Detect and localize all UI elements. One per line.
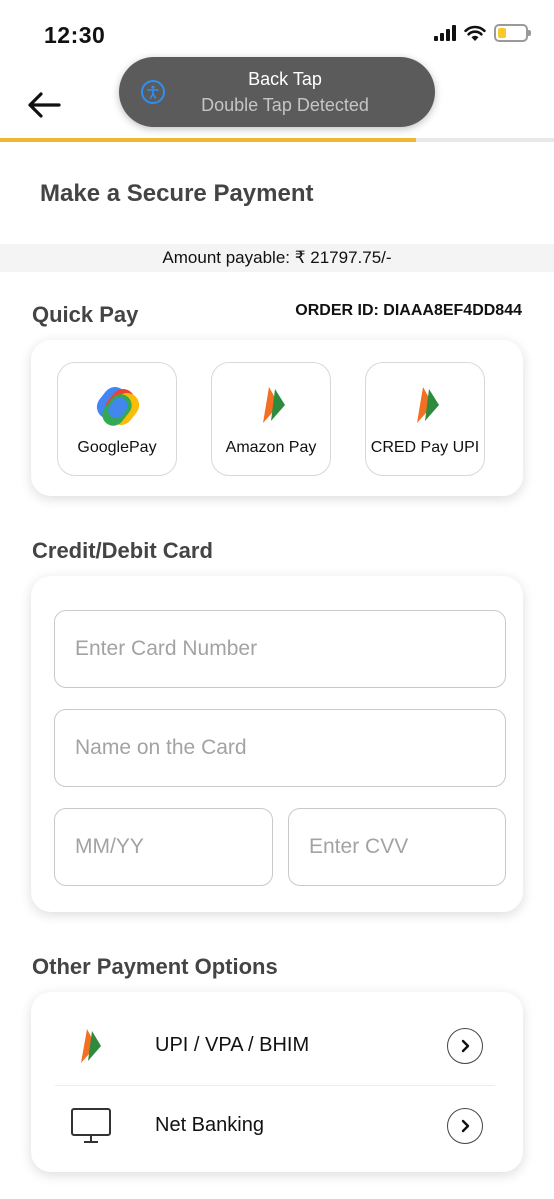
progress-bar-fill (0, 138, 416, 142)
cvv-input[interactable] (288, 808, 506, 886)
card-form (31, 576, 523, 912)
net-banking-option-row[interactable]: Net Banking (55, 1086, 499, 1166)
back-tap-toast: Back Tap Double Tap Detected (119, 57, 435, 127)
credit-debit-title: Credit/Debit Card (32, 538, 213, 563)
chevron-right-icon[interactable] (447, 1108, 483, 1144)
cred-pay-upi-label: CRED Pay UPI (370, 439, 480, 456)
chevron-right-icon[interactable] (447, 1028, 483, 1064)
upi-icon (417, 387, 439, 423)
status-time: 12:30 (44, 22, 106, 48)
cred-pay-upi-button[interactable]: CRED Pay UPI (365, 362, 485, 476)
toast-subtitle: Double Tap Detected (201, 95, 369, 115)
google-pay-button[interactable]: GooglePay (57, 362, 177, 476)
amount-payable: Amount payable: ₹ 21797.75/- (0, 244, 554, 272)
google-pay-icon (96, 387, 140, 426)
page-title: Make a Secure Payment (40, 180, 314, 207)
upi-icon (263, 387, 285, 423)
back-button[interactable] (26, 90, 66, 122)
order-id: ORDER ID: DIAAA8EF4DD844 (295, 302, 522, 319)
upi-option-label: UPI / VPA / BHIM (155, 1034, 310, 1056)
wifi-icon (464, 25, 486, 41)
progress-bar (0, 138, 554, 142)
other-options-card: UPI / VPA / BHIM Net Banking (31, 992, 523, 1172)
card-number-input[interactable] (54, 610, 506, 688)
expiry-input[interactable] (54, 808, 273, 886)
status-bar: 12:30 (0, 0, 554, 60)
net-banking-option-label: Net Banking (155, 1114, 264, 1136)
battery-icon (494, 24, 531, 42)
amazon-pay-label: Amazon Pay (225, 439, 317, 456)
upi-option-row[interactable]: UPI / VPA / BHIM (55, 1006, 499, 1086)
google-pay-label: GooglePay (77, 439, 157, 456)
amazon-pay-button[interactable]: Amazon Pay (211, 362, 331, 476)
toast-title: Back Tap (248, 69, 322, 89)
other-options-title: Other Payment Options (32, 954, 278, 979)
upi-icon (69, 1024, 113, 1068)
monitor-icon (69, 1104, 113, 1148)
status-icons (434, 24, 531, 42)
quick-pay-title: Quick Pay (32, 302, 139, 327)
cellular-signal-icon (434, 25, 456, 41)
quick-pay-card: GooglePay Amazon Pay CRED Pay UPI (31, 340, 523, 496)
back-arrow-icon (28, 92, 61, 118)
card-name-input[interactable] (54, 709, 506, 787)
